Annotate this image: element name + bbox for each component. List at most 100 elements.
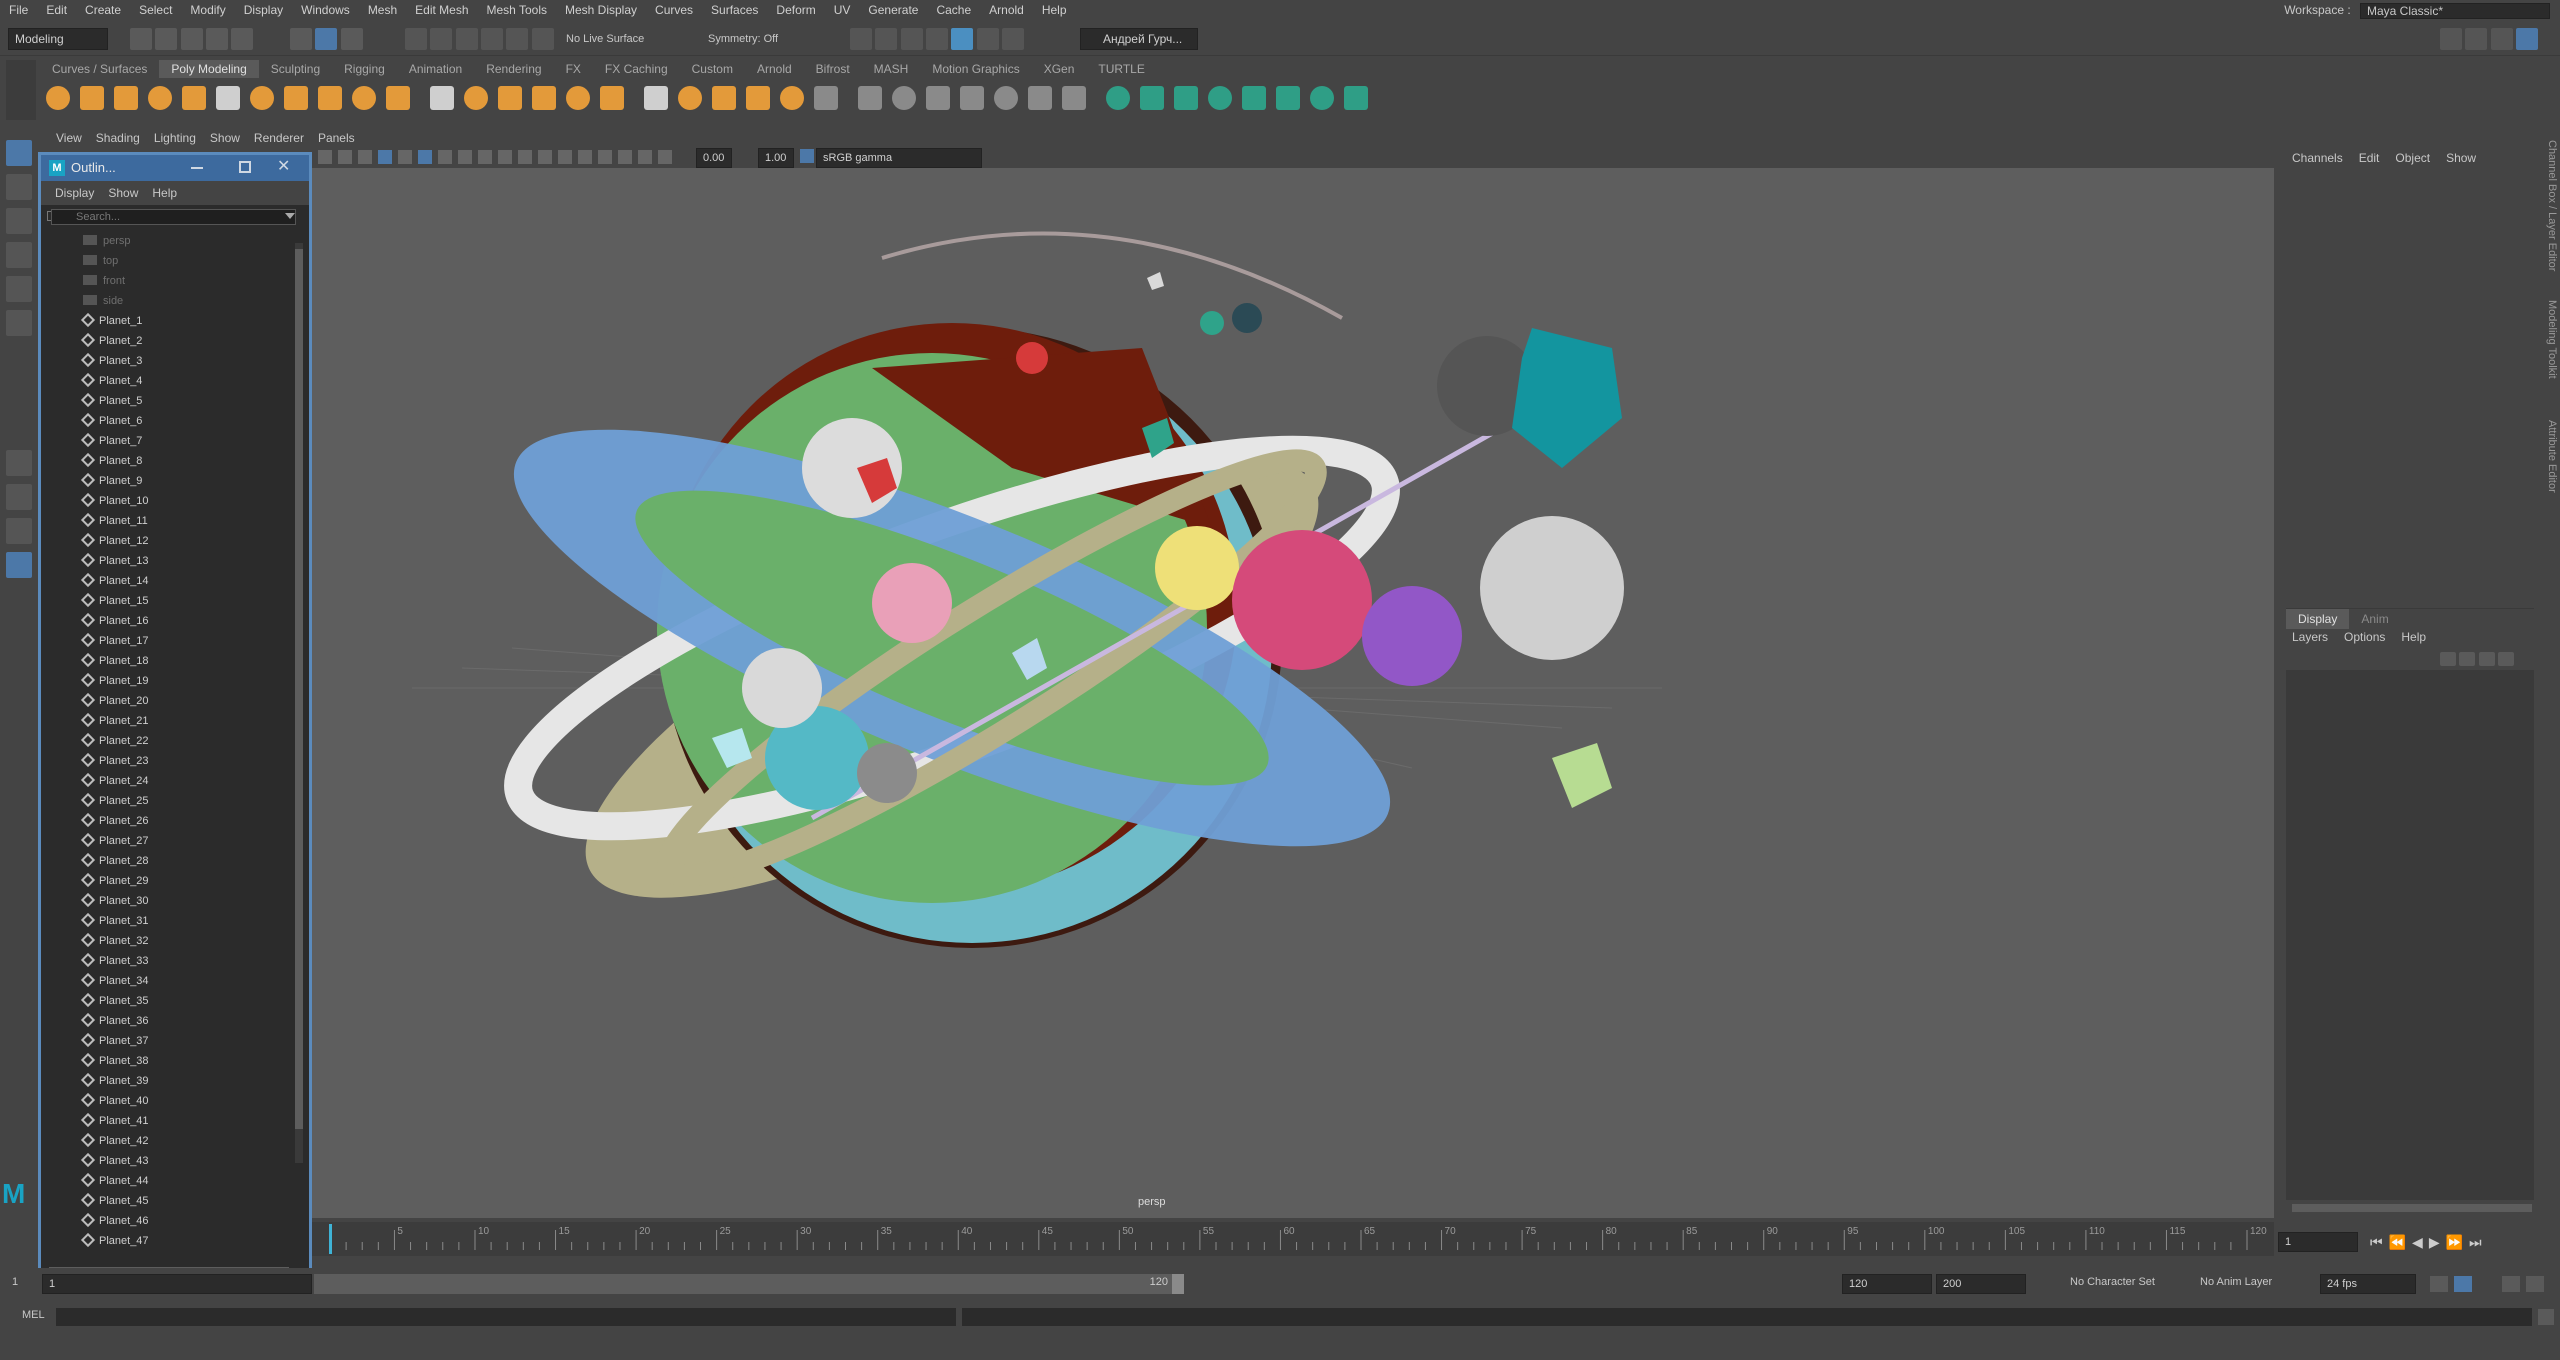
- shelf-combine-icon[interactable]: [464, 86, 488, 110]
- view-transform-dropdown[interactable]: sRGB gamma: [816, 148, 982, 168]
- command-input[interactable]: [56, 1308, 956, 1326]
- scale-tool-icon[interactable]: [6, 310, 32, 336]
- layer-menu-options[interactable]: Options: [2344, 630, 2385, 644]
- outliner-item[interactable]: Planet_24: [80, 771, 149, 791]
- menu-create[interactable]: Create: [76, 0, 130, 20]
- menu-mesh-tools[interactable]: Mesh Tools: [478, 0, 556, 20]
- shelf-tab-curves-surfaces[interactable]: Curves / Surfaces: [40, 60, 159, 78]
- menu-windows[interactable]: Windows: [292, 0, 359, 20]
- viewport-tool-icon-4[interactable]: [378, 150, 392, 164]
- select-tool-icon[interactable]: [6, 140, 32, 166]
- shelf-reduce-icon[interactable]: [1174, 86, 1198, 110]
- outliner-item[interactable]: Planet_25: [80, 791, 149, 811]
- fps-dropdown[interactable]: 24 fps: [2320, 1274, 2416, 1294]
- shelf-tab-fx-caching[interactable]: FX Caching: [593, 60, 680, 78]
- shelf-merge-icon[interactable]: [814, 86, 838, 110]
- menu-display[interactable]: Display: [235, 0, 292, 20]
- new-scene-icon[interactable]: [130, 28, 152, 50]
- shelf-cylinder-icon[interactable]: [114, 86, 138, 110]
- outliner-item[interactable]: Planet_46: [80, 1211, 149, 1231]
- snap-grid-icon[interactable]: [405, 28, 427, 50]
- move-tool-icon[interactable]: [6, 242, 32, 268]
- shelf-connect-icon[interactable]: [994, 86, 1018, 110]
- two-view-layout-icon[interactable]: [6, 518, 32, 544]
- layer-tab-anim[interactable]: Anim: [2349, 609, 2400, 629]
- shelf-quad-draw-icon[interactable]: [1140, 86, 1164, 110]
- menu-surfaces[interactable]: Surfaces: [702, 0, 767, 20]
- redo-icon[interactable]: [231, 28, 254, 50]
- shelf-texture-deform-icon[interactable]: [1310, 86, 1334, 110]
- script-editor-icon[interactable]: [2538, 1309, 2554, 1325]
- outliner-item[interactable]: Planet_31: [80, 911, 149, 931]
- script-language-label[interactable]: MEL: [22, 1309, 45, 1321]
- minimize-icon[interactable]: [191, 167, 203, 169]
- outliner-item[interactable]: Planet_5: [80, 391, 142, 411]
- snap-view-icon[interactable]: [481, 28, 504, 50]
- shelf-cube-icon[interactable]: [80, 86, 104, 110]
- viewport-tool-icon-6[interactable]: [418, 150, 432, 164]
- outliner-item[interactable]: Planet_30: [80, 891, 149, 911]
- play-forward-icon[interactable]: ▶: [2429, 1234, 2446, 1250]
- toggle-toolbox-icon[interactable]: [2465, 28, 2488, 50]
- outliner-camera-front[interactable]: front: [83, 271, 125, 291]
- shelf-settings[interactable]: [6, 60, 36, 120]
- outliner-layout-icon[interactable]: [6, 552, 32, 578]
- workspace-selector[interactable]: Workspace : Maya Classic*: [2284, 0, 2550, 20]
- step-forward-key-icon[interactable]: ⏩: [2446, 1234, 2469, 1250]
- shelf-sphere-2-icon[interactable]: [430, 86, 454, 110]
- viewport-tool-icon-1[interactable]: [318, 150, 332, 164]
- viewport-tool-icon-3[interactable]: [358, 150, 372, 164]
- playback-prefs-icon[interactable]: [2526, 1276, 2544, 1292]
- new-layer-selected-icon[interactable]: [2498, 652, 2515, 666]
- viewport-tool-icon-10[interactable]: [498, 150, 512, 164]
- time-slider[interactable]: 5 10 15 20 25 30 35 40 45 50 55 60 65 70 75 80 85 90 95 100…: [312, 1222, 2274, 1256]
- start-frame-label[interactable]: 1: [12, 1276, 18, 1288]
- menu-mesh-display[interactable]: Mesh Display: [556, 0, 646, 20]
- search-options-icon[interactable]: [285, 213, 295, 219]
- pause-icon[interactable]: [1002, 28, 1025, 50]
- workspace-dropdown[interactable]: Maya Classic*: [2360, 2, 2550, 19]
- outliner-item[interactable]: Planet_20: [80, 691, 149, 711]
- shelf-plane-icon[interactable]: [216, 86, 240, 110]
- outliner-scrollbar[interactable]: [295, 243, 303, 1163]
- toggle-attribute-editor-icon[interactable]: [2516, 28, 2539, 50]
- outliner-item[interactable]: Planet_9: [80, 471, 142, 491]
- menu-help[interactable]: Help: [1033, 0, 1076, 20]
- shelf-tab-motion-graphics[interactable]: Motion Graphics: [920, 60, 1031, 78]
- outliner-scroll-thumb[interactable]: [295, 249, 303, 1129]
- menu-curves[interactable]: Curves: [646, 0, 702, 20]
- viewport-menu-show[interactable]: Show: [210, 131, 240, 145]
- outliner-item[interactable]: Planet_3: [80, 351, 142, 371]
- play-backward-icon[interactable]: ◀: [2412, 1234, 2429, 1250]
- side-tab-modeling-toolkit[interactable]: Modeling Toolkit: [2546, 300, 2558, 379]
- shelf-separate-icon[interactable]: [498, 86, 522, 110]
- shelf-tab-animation[interactable]: Animation: [397, 60, 474, 78]
- shelf-uv-editor-icon[interactable]: [1242, 86, 1266, 110]
- shelf-tab-turtle[interactable]: TURTLE: [1086, 60, 1156, 78]
- snap-pivot-icon[interactable]: [531, 28, 554, 50]
- shelf-sphere-icon[interactable]: [46, 86, 70, 110]
- character-set-dropdown[interactable]: No Character Set: [2070, 1276, 2155, 1288]
- shelf-mirror-icon[interactable]: [644, 86, 668, 110]
- toggle-sidebar-icon[interactable]: [2440, 28, 2462, 50]
- shelf-bridge-icon[interactable]: [712, 86, 736, 110]
- viewport-tool-icon-2[interactable]: [338, 150, 352, 164]
- outliner-item[interactable]: Planet_14: [80, 571, 149, 591]
- outliner-item[interactable]: Planet_27: [80, 831, 149, 851]
- outliner-menu-help[interactable]: Help: [152, 186, 177, 200]
- layer-menu-help[interactable]: Help: [2401, 630, 2426, 644]
- outliner-camera-top[interactable]: top: [83, 251, 118, 271]
- outliner-search-input[interactable]: Search...: [51, 209, 296, 225]
- outliner-item[interactable]: Planet_10: [80, 491, 149, 511]
- outliner-item[interactable]: Planet_11: [80, 511, 148, 531]
- shelf-extract-icon[interactable]: [532, 86, 556, 110]
- channelbox-menu-channels[interactable]: Channels: [2292, 151, 2343, 165]
- viewport-menu-renderer[interactable]: Renderer: [254, 131, 304, 145]
- viewport-tool-icon-12[interactable]: [538, 150, 552, 164]
- outliner-item[interactable]: Planet_12: [80, 531, 149, 551]
- outliner-menu-display[interactable]: Display: [55, 186, 94, 200]
- shelf-tab-poly-modeling[interactable]: Poly Modeling: [159, 60, 259, 78]
- outliner-item[interactable]: Planet_44: [80, 1171, 149, 1191]
- outliner-item[interactable]: Planet_6: [80, 411, 142, 431]
- toggle-channelbox-icon[interactable]: [2490, 28, 2513, 50]
